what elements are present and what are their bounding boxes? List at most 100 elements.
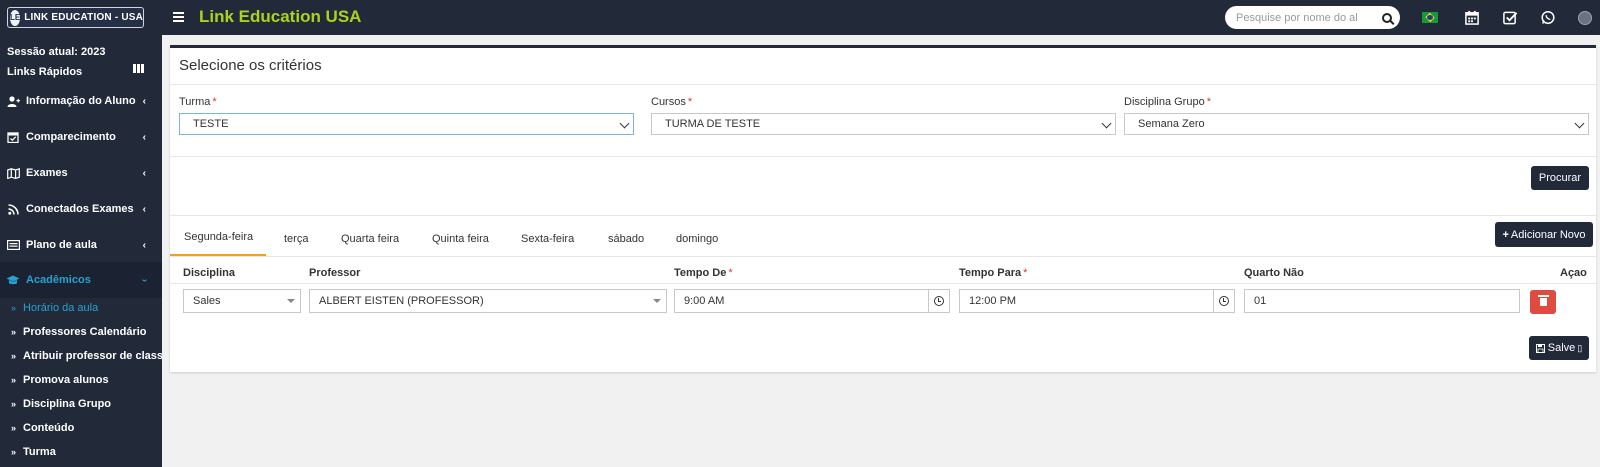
disciplina-select[interactable]: Sales: [183, 289, 301, 313]
logo-text: LINK EDUCATION - USA: [24, 12, 144, 23]
divider: [170, 215, 1596, 216]
chevron-down-icon: [1101, 118, 1112, 129]
grid-icon[interactable]: [133, 64, 144, 73]
cursos-select[interactable]: TURMA DE TESTE: [651, 113, 1116, 135]
disciplina-grupo-label: Disciplina Grupo *: [1124, 96, 1211, 108]
sidebar-subitem-disciplina-grupo[interactable]: » Disciplina Grupo: [0, 392, 162, 416]
turma-label: Turma *: [179, 96, 217, 108]
sidebar-subitem-turma[interactable]: » Turma: [0, 440, 162, 464]
add-new-button[interactable]: + Adicionar Novo: [1495, 222, 1593, 247]
tab-quinta-feira[interactable]: Quinta feira: [432, 220, 489, 257]
tab-segunda-feira[interactable]: Segunda-feira: [170, 220, 266, 257]
calendar-icon[interactable]: [1464, 10, 1480, 25]
sidebar-subitem-label: Promova alunos: [23, 374, 109, 386]
clock-icon[interactable]: [1213, 289, 1235, 313]
divider: [170, 283, 1596, 284]
chevron-left-icon: ‹: [142, 203, 146, 215]
chevron-left-icon: ‹: [142, 131, 146, 143]
page-title: Selecione os critérios: [179, 57, 322, 74]
sidebar-subitem-professores-calendario[interactable]: » Professores Calendário: [0, 320, 162, 344]
add-new-label: Adicionar Novo: [1510, 228, 1586, 241]
floppy-disk-icon: [1535, 343, 1545, 353]
sidebar-item-plano-de-aula[interactable]: Plano de aula ‹: [0, 227, 162, 263]
turma-label-text: Turma: [179, 96, 211, 108]
sidebar-item-label: Plano de aula: [26, 239, 97, 251]
sidebar-subitem-promova-alunos[interactable]: » Promova alunos: [0, 368, 162, 392]
sidebar-item-label: Informação do Aluno: [26, 95, 136, 107]
quarto-value: 01: [1254, 295, 1267, 307]
tempo-de-value: 9:00 AM: [684, 295, 725, 307]
brazil-flag-icon[interactable]: [1422, 12, 1438, 23]
sidebar-subitem-label: Turma: [23, 446, 56, 458]
tempo-para-header-text: Tempo Para: [959, 267, 1022, 279]
trash-icon: [1537, 295, 1549, 306]
sidebar-subitem-label: Horário da aula: [23, 302, 99, 314]
tab-sabado[interactable]: sábado: [608, 220, 644, 257]
tempo-de-input[interactable]: 9:00 AM: [674, 289, 929, 313]
tab-sexta-feira[interactable]: Sexta-feira: [521, 220, 574, 257]
tempo-de-header-text: Tempo De: [674, 267, 727, 279]
menu-toggle-icon[interactable]: [173, 12, 184, 24]
sidebar-subitem-label: Professores Calendário: [23, 326, 147, 338]
sidebar-item-label: Acadêmicos: [26, 274, 91, 286]
tempo-para-input[interactable]: 12:00 PM: [959, 289, 1214, 313]
sidebar: Sessão atual: 2023 Links Rápidos Informa…: [0, 35, 162, 467]
chevron-left-icon: ‹: [142, 167, 146, 179]
double-chevron-right-icon: »: [11, 447, 17, 457]
weekday-tabs: Segunda-feira terça Quarta feira Quinta …: [170, 220, 1596, 257]
logo[interactable]: LE LINK EDUCATION - USA: [7, 7, 144, 28]
map-icon: [6, 167, 20, 179]
double-chevron-right-icon: »: [11, 303, 17, 313]
search-input[interactable]: [1236, 11, 1371, 24]
calendar-check-icon: [6, 132, 20, 143]
sidebar-item-academicos[interactable]: Acadêmicos ‹: [0, 262, 162, 298]
chevron-left-icon: ‹: [142, 239, 146, 251]
chevron-down-icon: [1574, 118, 1585, 129]
save-button[interactable]: Salve ▯: [1529, 336, 1589, 360]
whatsapp-icon[interactable]: [1540, 10, 1556, 25]
tab-domingo[interactable]: domingo: [676, 220, 718, 257]
disciplina-grupo-label-text: Disciplina Grupo: [1124, 96, 1205, 108]
caret-down-icon: [653, 299, 661, 303]
tab-quarta-feira[interactable]: Quarta feira: [341, 220, 399, 257]
divider: [170, 156, 1596, 157]
search-button[interactable]: Procurar: [1531, 166, 1589, 190]
disciplina-grupo-select[interactable]: Semana Zero: [1124, 113, 1589, 135]
sidebar-subitem-conteudo[interactable]: » Conteúdo: [0, 416, 162, 440]
cursos-label-text: Cursos: [651, 96, 686, 108]
sidebar-item-conectados-exames[interactable]: Conectados Exames ‹: [0, 191, 162, 227]
column-header-disciplina: Disciplina: [183, 267, 235, 279]
sidebar-item-label: Exames: [26, 167, 68, 179]
sidebar-subitem-horario-da-aula[interactable]: » Horário da aula: [0, 296, 162, 320]
user-avatar[interactable]: [1578, 11, 1592, 25]
tab-terca[interactable]: terça: [284, 220, 308, 257]
current-session: Sessão atual: 2023: [7, 46, 106, 58]
sidebar-subitem-atribuir-professor[interactable]: » Atribuir professor de classe: [0, 344, 162, 368]
professor-value: ALBERT EISTEN (PROFESSOR): [319, 295, 484, 307]
tempo-para-value: 12:00 PM: [969, 295, 1017, 307]
sidebar-item-exames[interactable]: Exames ‹: [0, 155, 162, 191]
search-icon[interactable]: [1382, 12, 1392, 23]
column-header-tempo-de: Tempo De *: [674, 267, 733, 279]
clock-icon[interactable]: [928, 289, 950, 313]
save-label: Salve: [1547, 342, 1576, 354]
criteria-panel: Selecione os critérios Turma * TESTE Curs…: [170, 45, 1596, 372]
double-chevron-right-icon: »: [11, 351, 17, 361]
caret-down-icon: [287, 299, 295, 303]
turma-select[interactable]: TESTE: [179, 113, 634, 135]
double-chevron-right-icon: »: [11, 399, 17, 409]
sidebar-item-informacao-aluno[interactable]: Informação do Aluno ‹: [0, 83, 162, 119]
professor-select[interactable]: ALBERT EISTEN (PROFESSOR): [309, 289, 667, 313]
search-box: [1225, 6, 1400, 29]
divider: [170, 256, 1596, 257]
chevron-down-icon: [619, 118, 630, 129]
disciplina-grupo-value: Semana Zero: [1138, 118, 1205, 130]
quick-links-label: Links Rápidos: [7, 66, 83, 78]
spinner-icon: ▯: [1577, 342, 1583, 353]
sidebar-item-label: Comparecimento: [26, 131, 116, 143]
quarto-input[interactable]: 01: [1244, 289, 1520, 313]
check-square-icon[interactable]: [1502, 10, 1518, 25]
delete-row-button[interactable]: [1530, 290, 1556, 314]
sidebar-item-comparecimento[interactable]: Comparecimento ‹: [0, 119, 162, 155]
column-header-acao: Açao: [1560, 267, 1587, 279]
